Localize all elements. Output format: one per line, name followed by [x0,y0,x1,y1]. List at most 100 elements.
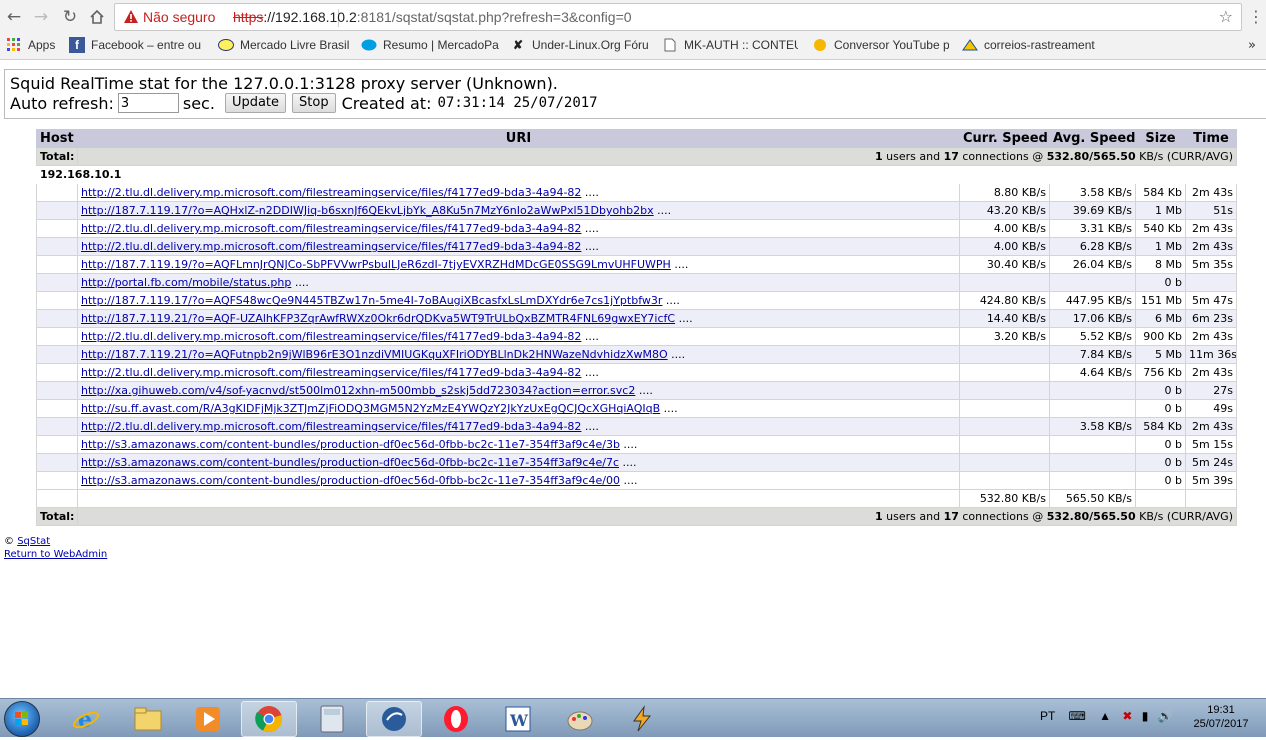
address-bar[interactable]: Não seguro https://192.168.10.2:8181/sqs… [114,3,1242,31]
bookmark-facebook[interactable]: f Facebook – entre ou [69,37,205,53]
network-warning-icon[interactable]: ✖ [1122,709,1132,723]
ie-icon[interactable]: e [58,701,114,737]
bookmark-mercadolivre[interactable]: Mercado Livre Brasil [218,37,353,53]
stop-button[interactable]: Stop [292,93,336,113]
bookmark-correios[interactable]: correios-rastreament [962,37,1102,53]
bookmark-label: MK-AUTH :: CONTEU [684,38,798,52]
time-cell: 2m 43s [1185,237,1237,256]
uri-link[interactable]: http://2.tlu.dl.delivery.mp.microsoft.co… [81,366,581,379]
url-text[interactable]: https://192.168.10.2:8181/sqstat/sqstat.… [233,9,632,25]
row-uri-cell: http://2.tlu.dl.delivery.mp.microsoft.co… [77,327,960,346]
time-cell: 5m 35s [1185,255,1237,274]
row-host-cell [36,255,78,274]
size-cell: 8 Mb [1135,255,1186,274]
copyright-symbol: © [4,536,18,547]
table-row: http://2.tlu.dl.delivery.mp.microsoft.co… [36,237,1237,256]
total-summary: 1 users and 17 connections @ 532.80/565.… [77,507,1237,526]
uri-ellipsis: .... [619,474,638,487]
avg-speed-cell [1049,381,1136,400]
winbox-icon[interactable] [366,701,422,737]
explorer-icon[interactable] [120,701,176,737]
bookmark-label: correios-rastreament [984,38,1095,52]
uri-link[interactable]: http://187.7.119.21/?o=AQFutnpb2n9jWlB96… [81,348,668,361]
created-value: 07:31:14 25/07/2017 [437,95,598,111]
home-icon[interactable] [85,5,109,29]
bookmark-conversor[interactable]: Conversor YouTube p [812,37,949,53]
winamp-icon[interactable] [614,701,670,737]
avg-speed-cell [1049,453,1136,472]
uri-link[interactable]: http://2.tlu.dl.delivery.mp.microsoft.co… [81,420,581,433]
language-indicator[interactable]: PT [1040,709,1055,723]
start-button[interactable] [4,701,40,737]
row-uri-cell: http://su.ff.avast.com/R/A3gKIDFjMjk3ZTJ… [77,399,960,418]
time-cell: 5m 24s [1185,453,1237,472]
row-uri-cell: http://2.tlu.dl.delivery.mp.microsoft.co… [77,183,960,202]
connections-table: Host URI Curr. Speed Avg. Speed Size Tim… [36,129,1237,526]
menu-icon[interactable]: ⋮ [1248,6,1264,28]
back-arrow-icon[interactable]: ← [2,5,26,29]
bookmark-mkauth[interactable]: MK-AUTH :: CONTEU [662,37,798,53]
keyboard-icon[interactable]: ⌨ [1068,709,1085,723]
forward-arrow-icon[interactable]: → [29,5,53,29]
uri-link[interactable]: http://portal.fb.com/mobile/status.php [81,276,291,289]
media-player-icon[interactable] [180,701,236,737]
created-label: Created at: [341,93,432,113]
curr-speed-cell: 424.80 KB/s [959,291,1050,310]
uri-link[interactable]: http://s3.amazonaws.com/content-bundles/… [81,474,620,487]
word-icon[interactable]: W [490,701,546,737]
avg-speed-cell: 7.84 KB/s [1049,345,1136,364]
row-uri-cell: http://187.7.119.21/?o=AQF-UZAlhKFP3ZqrA… [77,309,960,328]
uri-ellipsis: .... [660,402,678,415]
calculator-icon[interactable] [304,701,360,737]
bookmark-mercadopago[interactable]: Resumo | MercadoPa [361,37,501,53]
webadmin-link[interactable]: Return to WebAdmin [4,549,107,560]
volume-icon[interactable]: 🔊 [1158,709,1173,723]
bookmark-underlinux[interactable]: ✘ Under-Linux.Org Fóru [510,37,650,53]
host-ip: 192.168.10.1 [36,165,1237,184]
bookmark-apps[interactable]: Apps [6,37,61,53]
refresh-interval-input[interactable] [117,93,179,113]
time-cell: 6m 23s [1185,309,1237,328]
table-row: http://187.7.119.17/?o=AQHxlZ-n2DDIWJiq-… [36,201,1237,220]
uri-link[interactable]: http://su.ff.avast.com/R/A3gKIDFjMjk3ZTJ… [81,402,660,415]
uri-link[interactable]: http://2.tlu.dl.delivery.mp.microsoft.co… [81,222,581,235]
paint-icon[interactable] [552,701,608,737]
curr-speed-cell: 4.00 KB/s [959,219,1050,238]
uri-link[interactable]: http://2.tlu.dl.delivery.mp.microsoft.co… [81,240,581,253]
table-row: http://2.tlu.dl.delivery.mp.microsoft.co… [36,363,1237,382]
uri-link[interactable]: http://187.7.119.17/?o=AQHxlZ-n2DDIWJiq-… [81,204,654,217]
uri-link[interactable]: http://2.tlu.dl.delivery.mp.microsoft.co… [81,186,581,199]
signal-icon[interactable]: ▮ [1142,709,1149,723]
row-uri-cell: http://s3.amazonaws.com/content-bundles/… [77,435,960,454]
opera-icon[interactable] [428,701,484,737]
curr-speed-cell: 3.20 KB/s [959,327,1050,346]
more-bookmarks-icon[interactable]: » [1248,38,1256,53]
windows-taskbar: e W PT ⌨ ▲ ✖ ▮ 🔊 19:31 25/07/2017 [0,698,1266,737]
avg-speed-cell: 3.58 KB/s [1049,417,1136,436]
curr-speed-cell [959,273,1050,292]
uri-link[interactable]: http://187.7.119.21/?o=AQF-UZAlhKFP3ZqrA… [81,312,675,325]
size-cell: 1 Mb [1135,237,1186,256]
uri-ellipsis: .... [581,420,599,433]
taskbar-clock[interactable]: 19:31 25/07/2017 [1186,703,1256,731]
uri-link[interactable]: http://xa.gihuweb.com/v4/sof-yacnvd/st50… [81,384,635,397]
uri-link[interactable]: http://s3.amazonaws.com/content-bundles/… [81,456,619,469]
table-row: http://su.ff.avast.com/R/A3gKIDFjMjk3ZTJ… [36,399,1237,418]
uri-link[interactable]: http://s3.amazonaws.com/content-bundles/… [81,438,620,451]
uri-link[interactable]: http://187.7.119.17/?o=AQFS48wcQe9N445TB… [81,294,662,307]
reload-icon[interactable]: ↻ [58,5,82,29]
bookmark-star-icon[interactable]: ☆ [1219,7,1233,26]
row-host-cell [36,345,78,364]
total-conn-text: connections @ [958,510,1047,523]
table-row: http://portal.fb.com/mobile/status.php .… [36,273,1237,292]
update-button[interactable]: Update [224,93,287,113]
bookmarks-bar: Apps f Facebook – entre ou Mercado Livre… [0,34,1266,60]
sqstat-link[interactable]: SqStat [17,536,50,547]
uri-link[interactable]: http://2.tlu.dl.delivery.mp.microsoft.co… [81,330,581,343]
chrome-icon[interactable] [241,701,297,737]
security-label[interactable]: Não seguro [143,9,215,25]
uri-link[interactable]: http://187.7.119.19/?o=AQFLmnJrQNJCo-SbP… [81,258,671,271]
time-cell: 49s [1185,399,1237,418]
show-hidden-icons-icon[interactable]: ▲ [1099,709,1111,723]
avg-speed-cell: 447.95 KB/s [1049,291,1136,310]
